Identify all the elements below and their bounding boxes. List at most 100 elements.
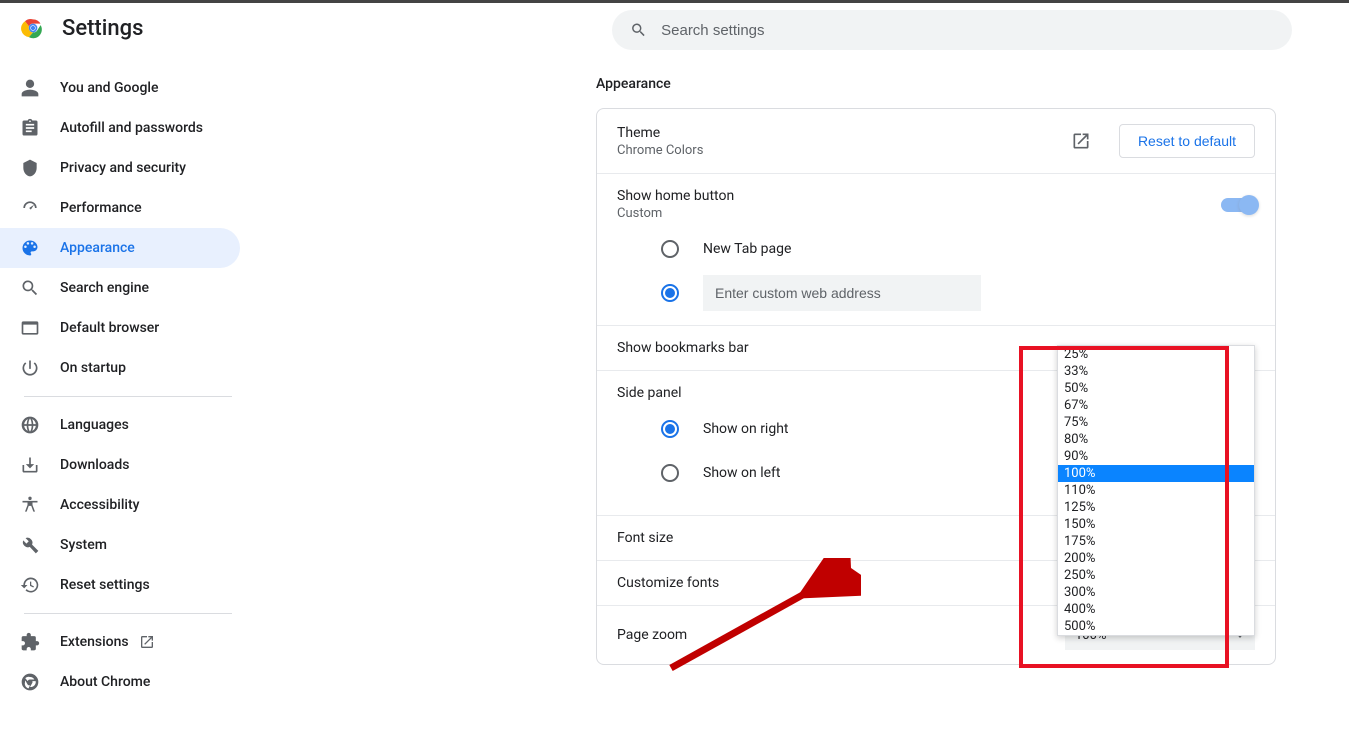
search-icon: [630, 21, 647, 39]
assignment-icon: [20, 118, 40, 138]
home-button-row: Show home button Custom New Tab page: [597, 174, 1275, 326]
main-content: Appearance Theme Chrome Colors Reset to …: [256, 56, 1349, 746]
sidebar-item-default-browser[interactable]: Default browser: [0, 308, 240, 348]
radio-label-left: Show on left: [703, 465, 780, 481]
zoom-option[interactable]: 33%: [1058, 363, 1254, 380]
sidebar-item-label: Autofill and passwords: [60, 120, 203, 136]
appearance-card: Theme Chrome Colors Reset to default Sho…: [596, 108, 1276, 665]
sidebar-item-label: Search engine: [60, 280, 149, 296]
chrome-icon: [20, 672, 40, 692]
sidebar-item-system[interactable]: System: [0, 525, 240, 565]
zoom-option[interactable]: 500%: [1058, 618, 1254, 635]
font-size-label: Font size: [617, 530, 673, 546]
radio-label-new-tab: New Tab page: [703, 241, 791, 257]
search-icon: [20, 278, 40, 298]
open-in-new-icon: [1071, 131, 1091, 151]
power-icon: [20, 358, 40, 378]
extension-icon: [20, 632, 40, 652]
page-zoom-label: Page zoom: [617, 627, 687, 643]
sidebar-item-label: Downloads: [60, 457, 129, 473]
zoom-option[interactable]: 110%: [1058, 482, 1254, 499]
sidebar-item-you-and-google[interactable]: You and Google: [0, 68, 240, 108]
sidebar-item-label: Privacy and security: [60, 160, 186, 176]
restore-icon: [20, 575, 40, 595]
zoom-option[interactable]: 250%: [1058, 567, 1254, 584]
header: Settings: [0, 0, 1349, 56]
divider: [24, 396, 232, 397]
sidebar-item-languages[interactable]: Languages: [0, 405, 240, 445]
sidebar-item-label: Languages: [60, 417, 129, 433]
sidebar-item-accessibility[interactable]: Accessibility: [0, 485, 240, 525]
zoom-option[interactable]: 75%: [1058, 414, 1254, 431]
zoom-option[interactable]: 25%: [1058, 346, 1254, 363]
accessibility-icon: [20, 495, 40, 515]
sidebar-item-label: System: [60, 537, 107, 553]
sidebar-item-label: Accessibility: [60, 497, 139, 513]
section-title: Appearance: [596, 76, 1276, 92]
divider: [24, 613, 232, 614]
radio-icon: [661, 240, 679, 258]
sidebar-item-on-startup[interactable]: On startup: [0, 348, 240, 388]
chrome-logo-icon: [20, 15, 46, 41]
sidebar-item-label: You and Google: [60, 80, 158, 96]
radio-icon: [661, 420, 679, 438]
zoom-option[interactable]: 400%: [1058, 601, 1254, 618]
home-value: Custom: [617, 206, 734, 221]
sidebar-item-label: Extensions: [60, 634, 129, 650]
palette-icon: [20, 238, 40, 258]
sidebar-item-autofill-and-passwords[interactable]: Autofill and passwords: [0, 108, 240, 148]
zoom-option[interactable]: 200%: [1058, 550, 1254, 567]
radio-new-tab[interactable]: New Tab page: [661, 227, 1255, 271]
sidebar-item-performance[interactable]: Performance: [0, 188, 240, 228]
sidebar-item-about-chrome[interactable]: About Chrome: [0, 662, 240, 702]
zoom-option[interactable]: 125%: [1058, 499, 1254, 516]
radio-custom-address[interactable]: [661, 271, 1255, 315]
page-zoom-row: Page zoom 100% 25%33%50%67%75%80%90%100%…: [597, 606, 1275, 664]
sidebar-item-label: Performance: [60, 200, 142, 216]
sidebar-item-appearance[interactable]: Appearance: [0, 228, 240, 268]
sidebar-item-extensions[interactable]: Extensions: [0, 622, 240, 662]
theme-label: Theme: [617, 125, 703, 141]
zoom-option[interactable]: 100%: [1058, 465, 1254, 482]
zoom-option[interactable]: 90%: [1058, 448, 1254, 465]
bookmarks-label: Show bookmarks bar: [617, 340, 749, 356]
sidebar: You and Google Autofill and passwords Priv…: [0, 56, 256, 746]
reset-theme-button[interactable]: Reset to default: [1119, 124, 1255, 158]
home-toggle[interactable]: [1221, 198, 1255, 212]
page-zoom-dropdown[interactable]: 25%33%50%67%75%80%90%100%110%125%150%175…: [1057, 345, 1255, 636]
radio-label-right: Show on right: [703, 421, 789, 437]
zoom-option[interactable]: 50%: [1058, 380, 1254, 397]
open-theme-button[interactable]: [1063, 123, 1099, 159]
speed-icon: [20, 198, 40, 218]
sidebar-item-label: Reset settings: [60, 577, 150, 593]
home-label: Show home button: [617, 188, 734, 204]
browser-icon: [20, 318, 40, 338]
sidebar-item-label: About Chrome: [60, 674, 150, 690]
sidebar-item-label: Appearance: [60, 240, 135, 256]
page-title: Settings: [62, 16, 143, 41]
search-bar[interactable]: [612, 10, 1292, 50]
zoom-option[interactable]: 175%: [1058, 533, 1254, 550]
open-in-new-icon: [139, 634, 155, 650]
custom-address-input[interactable]: [703, 275, 981, 311]
radio-icon: [661, 284, 679, 302]
sidebar-item-label: Default browser: [60, 320, 159, 336]
sidebar-item-reset-settings[interactable]: Reset settings: [0, 565, 240, 605]
radio-icon: [661, 464, 679, 482]
sidebar-item-label: On startup: [60, 360, 126, 376]
globe-icon: [20, 415, 40, 435]
wrench-icon: [20, 535, 40, 555]
search-input[interactable]: [661, 22, 1274, 39]
theme-value: Chrome Colors: [617, 143, 703, 158]
customize-fonts-label: Customize fonts: [617, 575, 719, 591]
person-icon: [20, 78, 40, 98]
zoom-option[interactable]: 80%: [1058, 431, 1254, 448]
download-icon: [20, 455, 40, 475]
sidebar-item-downloads[interactable]: Downloads: [0, 445, 240, 485]
sidebar-item-search-engine[interactable]: Search engine: [0, 268, 240, 308]
zoom-option[interactable]: 300%: [1058, 584, 1254, 601]
theme-row: Theme Chrome Colors Reset to default: [597, 109, 1275, 174]
zoom-option[interactable]: 150%: [1058, 516, 1254, 533]
zoom-option[interactable]: 67%: [1058, 397, 1254, 414]
sidebar-item-privacy-and-security[interactable]: Privacy and security: [0, 148, 240, 188]
